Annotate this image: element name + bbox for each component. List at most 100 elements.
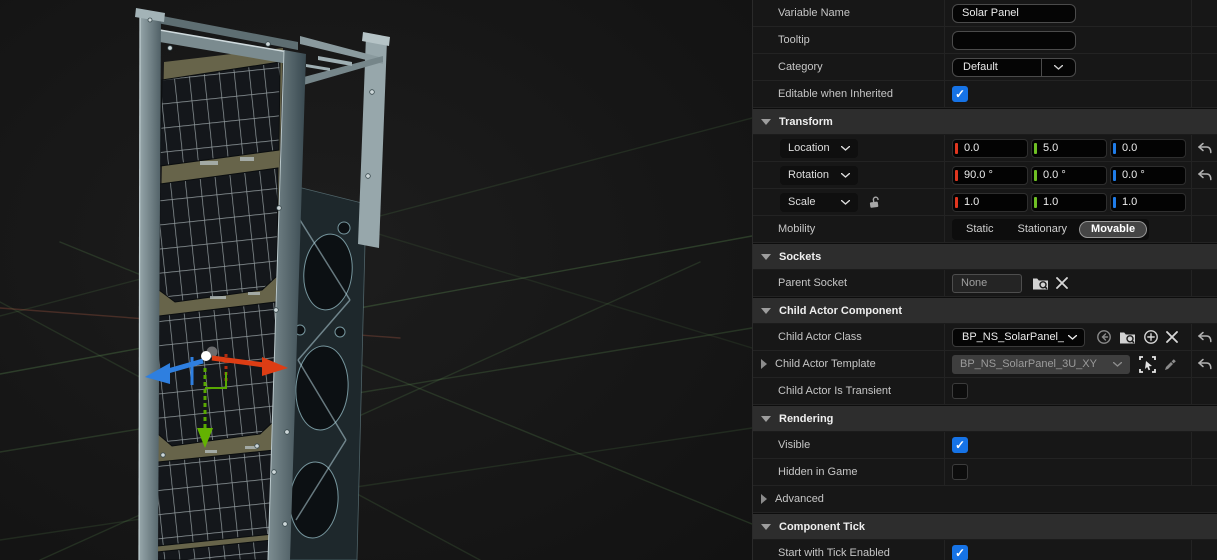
category-label: Category	[778, 61, 823, 73]
sockets-header-label: Sockets	[779, 251, 821, 263]
visible-label: Visible	[778, 439, 810, 451]
location-label: Location	[788, 142, 830, 154]
child-actor-class-dropdown[interactable]: BP_NS_SolarPanel_	[952, 328, 1085, 347]
select-object-icon[interactable]	[1139, 356, 1156, 373]
revert-template-button[interactable]	[1197, 358, 1212, 371]
transform-header-label: Transform	[779, 116, 833, 128]
visible-checkbox[interactable]: ✓	[952, 437, 968, 453]
triangle-down-icon	[761, 254, 771, 260]
rotation-label: Rotation	[788, 169, 829, 181]
child-actor-class-label: Child Actor Class	[778, 331, 862, 343]
close-icon[interactable]	[1166, 331, 1178, 343]
checkmark-icon: ✓	[955, 439, 965, 451]
start-with-tick-enabled-checkbox[interactable]: ✓	[952, 545, 968, 560]
row-child-actor-class: Child Actor Class BP_NS_SolarPanel_	[753, 324, 1217, 351]
checkmark-icon: ✓	[955, 88, 965, 100]
scale-z-field[interactable]: 1.0	[1110, 193, 1186, 212]
folder-search-icon[interactable]	[1119, 330, 1136, 344]
category-dropdown[interactable]: Default	[952, 58, 1076, 77]
row-visible: Visible ✓	[753, 432, 1217, 459]
scale-y-field[interactable]: 1.0	[1031, 193, 1107, 212]
mobility-option-static[interactable]: Static	[954, 221, 1006, 238]
gizmo-center[interactable]	[201, 351, 211, 361]
chevron-down-icon	[1042, 65, 1075, 70]
close-icon[interactable]	[1056, 277, 1068, 289]
viewport-canvas[interactable]	[0, 0, 752, 560]
rotation-mode-dropdown[interactable]: Rotation	[780, 166, 858, 185]
triangle-right-icon	[761, 494, 767, 504]
row-variable-name: Variable Name	[753, 0, 1217, 27]
row-start-with-tick-enabled: Start with Tick Enabled ✓	[753, 540, 1217, 560]
row-tooltip: Tooltip	[753, 27, 1217, 54]
revert-location-button[interactable]	[1197, 142, 1212, 155]
start-with-tick-enabled-label: Start with Tick Enabled	[778, 547, 890, 559]
rotation-y-field[interactable]: 0.0 °	[1031, 166, 1107, 185]
scale-label: Scale	[788, 196, 816, 208]
triangle-down-icon	[761, 416, 771, 422]
child-actor-is-transient-checkbox[interactable]: ✓	[952, 383, 968, 399]
tooltip-input[interactable]	[952, 31, 1076, 50]
rendering-header-label: Rendering	[779, 413, 833, 425]
mobility-option-movable[interactable]: Movable	[1079, 221, 1147, 238]
checkmark-icon: ✓	[955, 547, 965, 559]
mobility-option-stationary[interactable]: Stationary	[1006, 221, 1080, 238]
chevron-down-icon	[841, 146, 850, 151]
editor-window: Variable Name Tooltip Category Default	[0, 0, 1217, 560]
chevron-down-icon	[841, 173, 850, 178]
parent-socket-label: Parent Socket	[778, 277, 847, 289]
location-mode-dropdown[interactable]: Location	[780, 139, 858, 158]
section-child-actor-component[interactable]: Child Actor Component	[753, 297, 1217, 324]
chevron-down-icon	[841, 200, 850, 205]
hidden-in-game-checkbox[interactable]: ✓	[952, 464, 968, 480]
parent-socket-field[interactable]: None	[952, 274, 1022, 293]
tooltip-label: Tooltip	[778, 34, 810, 46]
section-rendering[interactable]: Rendering	[753, 405, 1217, 432]
section-component-tick[interactable]: Component Tick	[753, 513, 1217, 540]
child-actor-template-dropdown[interactable]: BP_NS_SolarPanel_3U_XY	[952, 355, 1130, 374]
variable-name-input[interactable]	[952, 4, 1076, 23]
arrow-left-circle-icon[interactable]	[1096, 329, 1112, 345]
triangle-right-icon[interactable]	[761, 359, 767, 369]
section-transform[interactable]: Transform	[753, 108, 1217, 135]
editable-when-inherited-label: Editable when Inherited	[778, 88, 893, 100]
eyedropper-icon[interactable]	[1163, 357, 1178, 372]
triangle-down-icon	[761, 308, 771, 314]
viewport-3d[interactable]	[0, 0, 752, 560]
row-scale: Scale 1.0 1.0 1.0	[753, 189, 1217, 216]
location-x-field[interactable]: 0.0	[952, 139, 1028, 158]
row-advanced-expander[interactable]: Advanced	[753, 486, 1217, 513]
scale-x-field[interactable]: 1.0	[952, 193, 1028, 212]
rotation-z-field[interactable]: 0.0 °	[1110, 166, 1186, 185]
component-tick-header-label: Component Tick	[779, 521, 865, 533]
hidden-in-game-label: Hidden in Game	[778, 466, 858, 478]
revert-class-button[interactable]	[1197, 331, 1212, 344]
scale-mode-dropdown[interactable]: Scale	[780, 193, 858, 212]
revert-rotation-button[interactable]	[1197, 169, 1212, 182]
rotation-x-field[interactable]: 90.0 °	[952, 166, 1028, 185]
row-child-actor-is-transient: Child Actor Is Transient ✓	[753, 378, 1217, 405]
child-actor-is-transient-label: Child Actor Is Transient	[778, 385, 891, 397]
open-padlock-icon[interactable]	[868, 196, 881, 209]
triangle-down-icon	[761, 524, 771, 530]
triangle-down-icon	[761, 119, 771, 125]
advanced-label: Advanced	[775, 493, 824, 505]
details-panel: Variable Name Tooltip Category Default	[752, 0, 1217, 560]
chevron-down-icon	[1068, 335, 1077, 340]
child-actor-component-header-label: Child Actor Component	[779, 305, 902, 317]
mobility-label: Mobility	[778, 223, 815, 235]
row-mobility: Mobility Static Stationary Movable	[753, 216, 1217, 243]
location-y-field[interactable]: 5.0	[1031, 139, 1107, 158]
row-hidden-in-game: Hidden in Game ✓	[753, 459, 1217, 486]
section-sockets[interactable]: Sockets	[753, 243, 1217, 270]
row-category: Category Default	[753, 54, 1217, 81]
row-editable-when-inherited: Editable when Inherited ✓	[753, 81, 1217, 108]
editable-when-inherited-checkbox[interactable]: ✓	[952, 86, 968, 102]
row-child-actor-template: Child Actor Template BP_NS_SolarPanel_3U…	[753, 351, 1217, 378]
plus-circle-icon[interactable]	[1143, 329, 1159, 345]
row-parent-socket: Parent Socket None	[753, 270, 1217, 297]
row-rotation: Rotation 90.0 ° 0.0 ° 0.0 °	[753, 162, 1217, 189]
location-z-field[interactable]: 0.0	[1110, 139, 1186, 158]
variable-name-label: Variable Name	[778, 7, 850, 19]
child-actor-template-label: Child Actor Template	[775, 358, 876, 370]
folder-search-icon[interactable]	[1032, 276, 1049, 290]
